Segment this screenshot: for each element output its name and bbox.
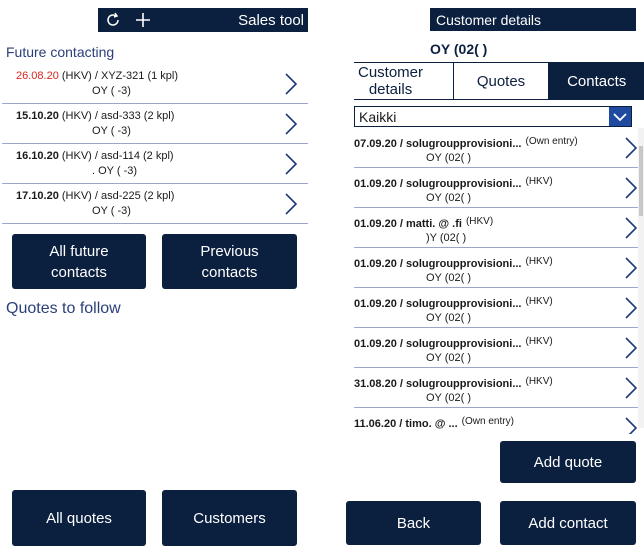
chevron-right-icon[interactable] (284, 72, 298, 96)
tab-customer-details[interactable]: Customer details (354, 63, 453, 99)
contact-title: 31.08.20 / solugroupprovisioni... (354, 378, 522, 390)
future-contacting-list: 26.08.20 (HKV) / XYZ-321 (1 kpl) OY ( -3)… (2, 64, 308, 224)
contact-source-tag: (HKV) (465, 216, 494, 227)
future-contact-info: (HKV) / asd-225 (2 kpl) (61, 190, 175, 202)
contact-customer: OY (02( ) (426, 352, 472, 364)
contact-customer: OY (02( ) (426, 312, 472, 324)
back-button[interactable]: Back (346, 501, 481, 545)
chevron-right-icon[interactable] (624, 136, 638, 160)
chevron-right-icon[interactable] (284, 112, 298, 136)
contact-summary: 31.08.20 / solugroupprovisioni... (HKV) (354, 376, 638, 390)
contact-source-tag: (HKV) (525, 176, 553, 187)
contact-title: 11.06.20 / timo. @ ... (354, 418, 458, 430)
all-future-contacts-button[interactable]: All future contacts (12, 234, 146, 289)
chevron-right-icon[interactable] (284, 152, 298, 176)
contact-source-tag: (Own entry) (461, 416, 514, 427)
app-title: Sales tool (238, 11, 304, 29)
contact-title: 01.09.20 / solugroupprovisioni... (354, 338, 522, 350)
contact-customer: OY (02( ) (426, 152, 472, 164)
future-contact-row[interactable]: 15.10.20 (HKV) / asd-333 (2 kpl) OY ( -3) (2, 104, 308, 144)
chevron-right-icon[interactable] (624, 416, 638, 434)
contact-customer: OY (02( ) (426, 272, 472, 284)
tab-contacts[interactable]: Contacts (548, 63, 644, 99)
refresh-icon[interactable] (98, 8, 128, 32)
contact-summary: 07.09.20 / solugroupprovisioni... (Own en… (354, 136, 638, 150)
top-toolbar: Sales tool (98, 8, 308, 32)
future-contact-info: (HKV) / XYZ-321 (1 kpl) (61, 70, 179, 82)
contact-title: 01.09.20 / solugroupprovisioni... (354, 178, 522, 190)
plus-icon[interactable] (128, 8, 158, 32)
contact-row[interactable]: 01.09.20 / solugroupprovisioni... (HKV) OY… (354, 288, 638, 328)
quotes-to-follow-title: Quotes to follow (6, 300, 121, 317)
filter-value: Kaikki (359, 108, 397, 125)
chevron-right-icon[interactable] (284, 192, 298, 216)
chevron-right-icon[interactable] (624, 296, 638, 320)
contact-summary: 01.09.20 / solugroupprovisioni... (HKV) (354, 336, 638, 350)
future-contact-summary: 15.10.20 (HKV) / asd-333 (2 kpl) (16, 110, 308, 122)
future-contact-date: 26.08.20 (16, 70, 59, 82)
contact-row[interactable]: 01.09.20 / matti. @ .fi (HKV) )Y (02( ) (354, 208, 638, 248)
contact-customer: OY (02( ) (426, 192, 472, 204)
contact-title: 01.09.20 / solugroupprovisioni... (354, 298, 522, 310)
customer-details-panel: Customer details OY (02( ) Customer deta… (330, 0, 644, 554)
future-contact-summary: 16.10.20 (HKV) / asd-114 (2 kpl) (16, 150, 308, 162)
chevron-right-icon[interactable] (624, 256, 638, 280)
future-contact-row[interactable]: 16.10.20 (HKV) / asd-114 (2 kpl) . OY ( -… (2, 144, 308, 184)
future-contact-customer: . OY ( -3) (92, 165, 138, 177)
contact-list-scrollbar[interactable] (638, 128, 644, 428)
chevron-right-icon[interactable] (624, 336, 638, 360)
future-contact-row[interactable]: 17.10.20 (HKV) / asd-225 (2 kpl) OY ( -3) (2, 184, 308, 224)
add-quote-button[interactable]: Add quote (500, 441, 636, 483)
contact-summary: 01.09.20 / solugroupprovisioni... (HKV) (354, 296, 638, 310)
contact-row[interactable]: 31.08.20 / solugroupprovisioni... (HKV) OY… (354, 368, 638, 408)
contact-summary: 01.09.20 / solugroupprovisioni... (HKV) (354, 176, 638, 190)
contact-row[interactable]: 11.06.20 / timo. @ ... (Own entry) (354, 408, 638, 434)
sales-tool-panel: Sales tool Future contacting 26.08.20 (H… (0, 0, 310, 554)
contact-source-tag: (Own entry) (525, 136, 578, 147)
chevron-right-icon[interactable] (624, 376, 638, 400)
contact-customer: )Y (02( ) (426, 232, 467, 244)
chevron-right-icon[interactable] (624, 216, 638, 240)
scrollbar-thumb[interactable] (639, 146, 643, 216)
contact-title: 07.09.20 / solugroupprovisioni... (354, 138, 522, 150)
contact-list: 07.09.20 / solugroupprovisioni... (Own en… (354, 128, 638, 434)
chevron-right-icon[interactable] (624, 176, 638, 200)
contact-summary: 01.09.20 / solugroupprovisioni... (HKV) (354, 256, 638, 270)
add-contact-button[interactable]: Add contact (500, 501, 636, 545)
tab-quotes[interactable]: Quotes (452, 63, 549, 99)
future-contact-date: 16.10.20 (16, 150, 59, 162)
future-contact-info: (HKV) / asd-333 (2 kpl) (61, 110, 175, 122)
contact-summary: 11.06.20 / timo. @ ... (Own entry) (354, 416, 638, 430)
contact-summary: 01.09.20 / matti. @ .fi (HKV) (354, 216, 638, 230)
customers-button[interactable]: Customers (162, 490, 297, 546)
future-contact-date: 17.10.20 (16, 190, 59, 202)
future-contact-customer: OY ( -3) (92, 85, 131, 97)
future-contact-summary: 26.08.20 (HKV) / XYZ-321 (1 kpl) (16, 70, 308, 82)
contact-filter-dropdown[interactable]: Kaikki (354, 106, 632, 127)
future-contacting-title: Future contacting (6, 44, 115, 60)
contact-source-tag: (HKV) (525, 296, 553, 307)
contact-title: 01.09.20 / solugroupprovisioni... (354, 258, 522, 270)
previous-contacts-button[interactable]: Previous contacts (162, 234, 297, 289)
contact-source-tag: (HKV) (525, 256, 553, 267)
customer-details-header: Customer details (430, 8, 636, 31)
future-contact-date: 15.10.20 (16, 110, 59, 122)
all-quotes-button[interactable]: All quotes (12, 490, 146, 546)
detail-tabs: Customer details Quotes Contacts (354, 62, 644, 100)
contact-source-tag: (HKV) (525, 376, 553, 387)
chevron-down-icon[interactable] (609, 107, 631, 126)
contact-row[interactable]: 01.09.20 / solugroupprovisioni... (HKV) OY… (354, 328, 638, 368)
contact-source-tag: (HKV) (525, 336, 553, 347)
contact-row[interactable]: 01.09.20 / solugroupprovisioni... (HKV) OY… (354, 248, 638, 288)
future-contact-customer: OY ( -3) (92, 205, 131, 217)
future-contact-info: (HKV) / asd-114 (2 kpl) (61, 150, 174, 162)
future-contact-summary: 17.10.20 (HKV) / asd-225 (2 kpl) (16, 190, 308, 202)
future-contact-row[interactable]: 26.08.20 (HKV) / XYZ-321 (1 kpl) OY ( -3) (2, 64, 308, 104)
customer-name: OY (02( ) (430, 41, 488, 57)
contact-customer: OY (02( ) (426, 392, 472, 404)
future-contact-customer: OY ( -3) (92, 125, 131, 137)
contact-title: 01.09.20 / matti. @ .fi (354, 218, 462, 230)
contact-row[interactable]: 07.09.20 / solugroupprovisioni... (Own en… (354, 128, 638, 168)
contact-row[interactable]: 01.09.20 / solugroupprovisioni... (HKV) OY… (354, 168, 638, 208)
